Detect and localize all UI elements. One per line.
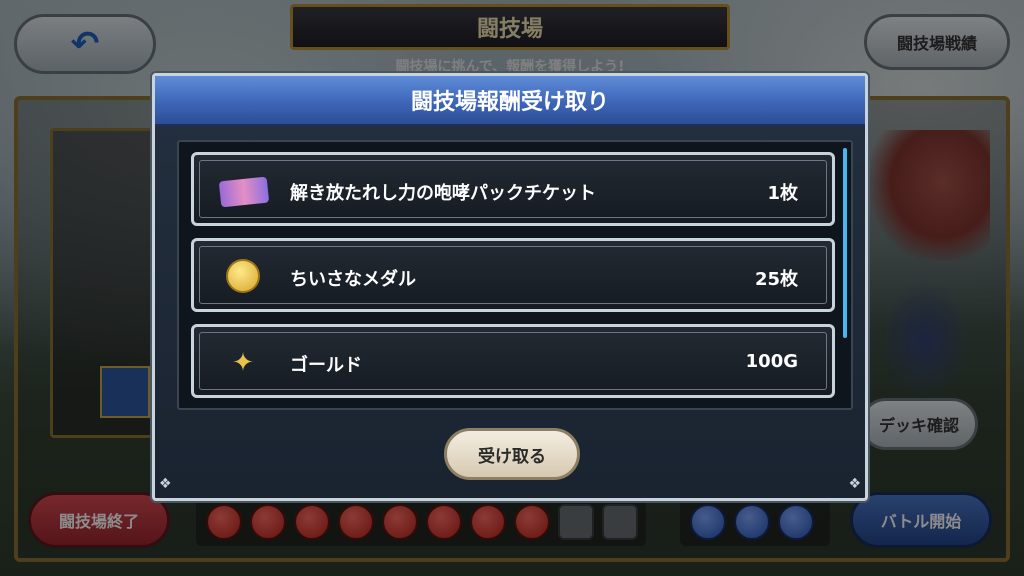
reward-quantity: 25枚 [754, 269, 798, 290]
ticket-icon [218, 176, 270, 208]
reward-item: ✦ ゴールド 100G [191, 324, 835, 398]
modal-title: 闘技場報酬受け取り [155, 76, 865, 126]
reward-modal: 闘技場報酬受け取り ❖ ❖ 解き放たれし力の咆哮パックチケット 1枚 ちいさなメ… [152, 73, 868, 501]
reward-item: 解き放たれし力の咆哮パックチケット 1枚 [191, 152, 835, 226]
corner-ornament-icon: ❖ [848, 476, 861, 492]
gold-icon: ✦ [232, 348, 254, 378]
scrollbar[interactable] [843, 148, 847, 338]
reward-list[interactable]: 解き放たれし力の咆哮パックチケット 1枚 ちいさなメダル 25枚 ✦ ゴールド … [177, 140, 853, 410]
reward-name: 解き放たれし力の咆哮パックチケット [290, 183, 596, 204]
reward-name: ちいさなメダル [290, 269, 416, 290]
corner-ornament-icon: ❖ [159, 476, 172, 492]
reward-quantity: 100G [745, 351, 798, 372]
reward-item: ちいさなメダル 25枚 [191, 238, 835, 312]
reward-quantity: 1枚 [767, 183, 798, 204]
receive-button[interactable]: 受け取る [444, 428, 580, 480]
reward-name: ゴールド [290, 355, 362, 376]
medal-icon [226, 259, 260, 293]
